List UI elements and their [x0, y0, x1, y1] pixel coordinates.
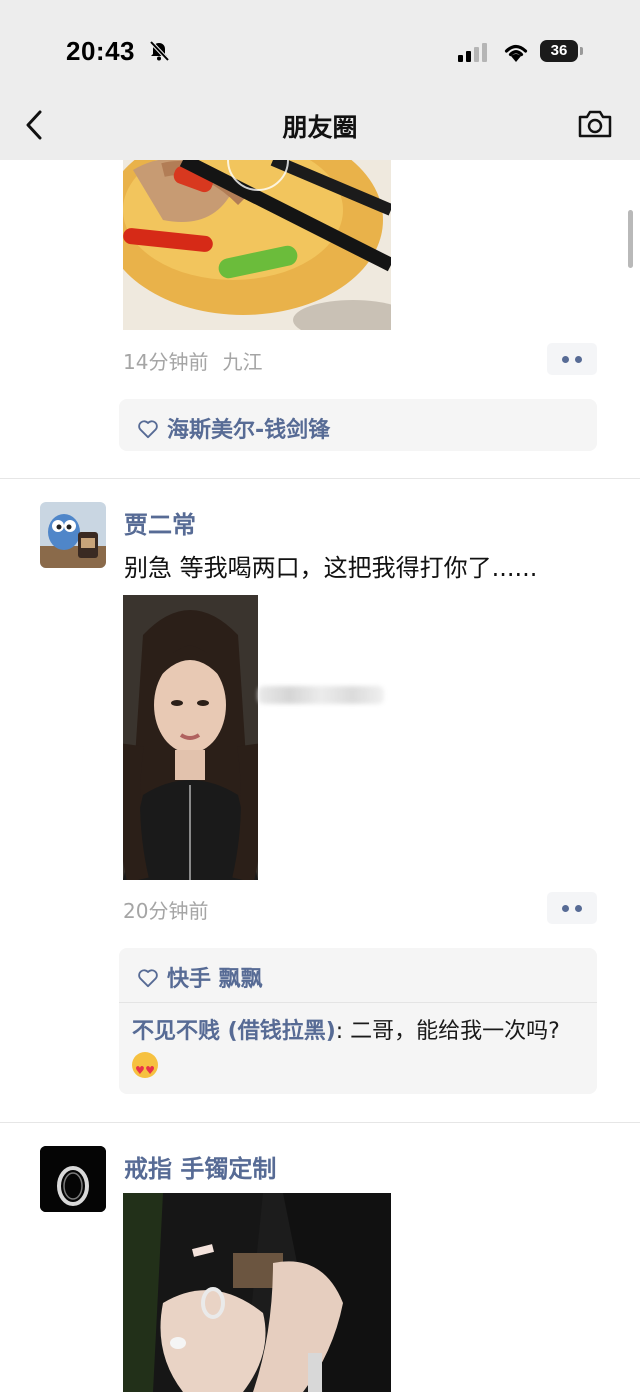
moments-feed[interactable]: 14分钟前 九江 海斯美尔-钱剑锋 贾二常 别急 等我喝两口，这把我得打你了...… — [0, 0, 640, 1392]
page-title: 朋友圈 — [282, 113, 358, 142]
post-timestamp: 20分钟前 — [123, 899, 209, 923]
top-bar: 20:43 36 朋友圈 — [0, 0, 640, 160]
battery-icon: 36 — [540, 40, 583, 62]
like-list[interactable]: 快手 飘飘 — [137, 961, 263, 993]
like-list[interactable]: 海斯美尔-钱剑锋 — [137, 412, 330, 444]
more-actions-button[interactable] — [547, 343, 597, 375]
comment-author[interactable]: 不见不贱 (借钱拉黑) — [132, 1019, 336, 1044]
heart-eyes-emoji-icon — [132, 1052, 158, 1088]
likes-box: 海斯美尔-钱剑锋 — [119, 399, 597, 451]
bell-muted-icon — [149, 40, 170, 62]
dot-icon — [562, 356, 569, 363]
camera-icon[interactable] — [576, 108, 614, 140]
post-timestamp: 14分钟前 九江 — [123, 350, 263, 374]
avatar[interactable] — [40, 502, 106, 568]
heart-icon — [138, 969, 158, 988]
comment-text: : 二哥，能给我一次吗? — [335, 1019, 560, 1044]
blurred-overlay — [258, 686, 384, 704]
post-location[interactable]: 九江 — [222, 350, 262, 374]
heart-icon — [138, 420, 158, 439]
avatar[interactable] — [40, 1146, 106, 1212]
more-actions-button[interactable] — [547, 892, 597, 924]
likes-comments-divider — [119, 1002, 597, 1003]
post-photo-jewelry[interactable] — [123, 1193, 391, 1392]
post-divider — [0, 478, 640, 479]
wifi-icon — [504, 44, 528, 62]
post-divider — [0, 1122, 640, 1123]
dot-icon — [575, 356, 582, 363]
post-photo-selfie[interactable] — [123, 595, 258, 880]
dot-icon — [562, 905, 569, 912]
comment-item[interactable]: 不见不贱 (借钱拉黑): 二哥，能给我一次吗? — [132, 1015, 582, 1088]
likes-comments-box: 快手 飘飘 不见不贱 (借钱拉黑): 二哥，能给我一次吗? — [119, 948, 597, 1094]
post-text: 别急 等我喝两口，这把我得打你了...... — [124, 554, 538, 582]
post-username[interactable]: 戒指 手镯定制 — [124, 1149, 276, 1184]
post-photo-food[interactable] — [123, 130, 391, 330]
post-username[interactable]: 贾二常 — [124, 505, 196, 540]
cellular-signal-icon — [458, 43, 487, 62]
status-time: 20:43 — [66, 36, 135, 66]
dot-icon — [575, 905, 582, 912]
scrollbar[interactable] — [628, 210, 633, 268]
